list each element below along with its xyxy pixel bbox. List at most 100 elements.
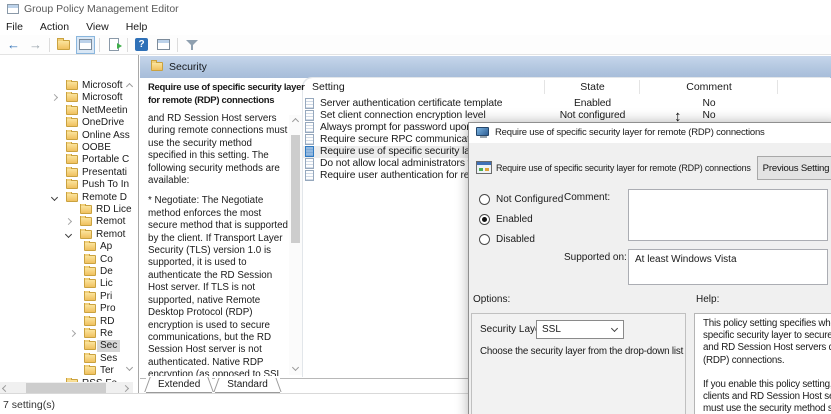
supported-on-box: At least Windows Vista	[628, 249, 828, 285]
policy-setting-icon	[305, 158, 314, 169]
folder-icon	[66, 81, 78, 90]
tree-item-re[interactable]: Re	[0, 328, 132, 340]
tree-item-label: Pri	[100, 291, 112, 303]
policy-description-title: Require use of specific security layer f…	[148, 82, 306, 107]
setting-name: Do not allow local administrators to cu	[320, 158, 490, 170]
show-console-tree-button[interactable]	[77, 37, 94, 53]
menu-file[interactable]: File	[6, 21, 32, 33]
tree-item-lic[interactable]: Lic	[0, 278, 132, 290]
chevron-expanded-icon[interactable]	[51, 194, 58, 201]
column-divider[interactable]	[639, 80, 640, 94]
radio-disabled[interactable]: Disabled	[479, 231, 535, 247]
tab-standard[interactable]: Standard	[215, 378, 280, 393]
forward-arrow-icon: →	[29, 38, 42, 51]
description-scrollbar[interactable]	[289, 115, 302, 375]
security-layer-dropdown[interactable]: SSL	[536, 320, 624, 339]
help-line: (RDP) connections.	[703, 355, 831, 367]
radio-icon[interactable]	[479, 194, 490, 205]
tree-item-label: Ter	[100, 365, 114, 377]
tree-item-rd-lice[interactable]: RD Lice	[0, 204, 132, 216]
column-divider[interactable]	[544, 80, 545, 94]
tree-item-microsoft[interactable]: Microsoft	[0, 92, 132, 104]
menu-action[interactable]: Action	[40, 21, 78, 33]
tree-item-presentati[interactable]: Presentati	[0, 167, 132, 179]
tree-item-portable-c[interactable]: Portable C	[0, 154, 132, 166]
scroll-up-icon[interactable]	[292, 118, 299, 125]
tree-item-sec[interactable]: Sec	[0, 340, 132, 352]
scrollbar-thumb[interactable]	[291, 135, 300, 243]
menu-help[interactable]: Help	[126, 21, 157, 33]
tree-item-ses[interactable]: Ses	[0, 353, 132, 365]
policy-setting-icon	[305, 122, 314, 133]
folder-icon	[80, 205, 92, 214]
new-window-button[interactable]	[155, 37, 172, 53]
radio-not-configured[interactable]: Not Configured	[479, 191, 563, 207]
setting-state: Not configured	[545, 110, 640, 122]
folder-up-icon	[57, 40, 70, 50]
chevron-collapsed-icon[interactable]	[65, 218, 72, 225]
tree-item-oobe[interactable]: OOBE	[0, 142, 132, 154]
tree-item-remot[interactable]: Remot	[0, 216, 132, 228]
chevron-collapsed-icon[interactable]	[51, 94, 58, 101]
export-list-button[interactable]	[105, 37, 122, 53]
help-line: If you enable this policy setting, all	[703, 379, 831, 391]
tree-item-ap[interactable]: Ap	[0, 241, 132, 253]
tab-extended[interactable]: Extended	[146, 377, 212, 393]
previous-setting-button[interactable]: Previous Setting	[757, 156, 831, 180]
scroll-down-icon[interactable]	[292, 364, 299, 371]
tree-item-co[interactable]: Co	[0, 254, 132, 266]
help-panel[interactable]: This policy setting specifies whetherspe…	[694, 313, 831, 414]
tree-item-de[interactable]: De	[0, 266, 132, 278]
settings-row[interactable]: Set client connection encryption levelNo…	[303, 110, 831, 122]
tree-horizontal-scrollbar[interactable]	[0, 382, 133, 393]
radio-icon[interactable]	[479, 234, 490, 245]
tree-item-onedrive[interactable]: OneDrive	[0, 117, 132, 129]
menu-view[interactable]: View	[86, 21, 118, 33]
options-hint-text: Choose the security layer from the drop-…	[480, 346, 684, 357]
tree-item-pro[interactable]: Pro	[0, 303, 132, 315]
column-header-comment[interactable]: Comment	[640, 81, 778, 93]
tree-item-netmeetin[interactable]: NetMeetin	[0, 105, 132, 117]
up-one-level-button[interactable]	[55, 37, 72, 53]
back-button[interactable]: ←	[5, 37, 22, 53]
tree-item-microsoft[interactable]: Microsoft	[0, 80, 132, 92]
toolbar-separator	[127, 38, 128, 52]
column-divider[interactable]	[777, 80, 778, 94]
folder-icon	[80, 230, 92, 239]
filter-funnel-icon	[186, 39, 198, 51]
radio-selected-icon[interactable]	[479, 214, 490, 225]
security-layer-value: SSL	[542, 324, 561, 335]
tree-item-rd[interactable]: RD	[0, 316, 132, 328]
chevron-collapsed-icon[interactable]	[69, 330, 76, 337]
scrollbar-thumb[interactable]	[26, 383, 106, 393]
dialog-title: Require use of specific security layer f…	[495, 127, 765, 138]
column-header-setting[interactable]: Setting	[312, 81, 345, 93]
policy-description-text: and RD Session Host servers during remot…	[148, 113, 288, 376]
column-header-state[interactable]: State	[545, 81, 640, 93]
tree-item-ter[interactable]: Ter	[0, 365, 132, 377]
tree-item-remot[interactable]: Remot	[0, 229, 132, 241]
filter-button[interactable]	[183, 37, 200, 53]
tree-item-push-to-in[interactable]: Push To In	[0, 179, 132, 191]
chevron-expanded-icon[interactable]	[65, 231, 72, 238]
folder-icon	[66, 155, 78, 164]
dialog-titlebar[interactable]: Require use of specific security layer f…	[469, 123, 831, 143]
scroll-left-icon[interactable]	[2, 385, 9, 392]
tree-item-label: Remot	[96, 229, 125, 241]
forward-button[interactable]: →	[27, 37, 44, 53]
setting-name: Require secure RPC communication	[320, 134, 483, 146]
tree-item-online-ass[interactable]: Online Ass	[0, 130, 132, 142]
help-button[interactable]: ?	[133, 37, 150, 53]
radio-enabled[interactable]: Enabled	[479, 211, 533, 227]
settings-list-header: Setting State Comment	[303, 80, 831, 95]
radio-label: Not Configured	[496, 194, 563, 205]
folder-icon	[66, 131, 78, 140]
tree-item-pri[interactable]: Pri	[0, 291, 132, 303]
folder-icon	[80, 217, 92, 226]
folder-icon	[151, 62, 163, 71]
tree-item-remote-d[interactable]: Remote D	[0, 192, 132, 204]
scroll-right-icon[interactable]	[122, 385, 129, 392]
comment-label: Comment:	[564, 192, 610, 203]
settings-row[interactable]: Server authentication certificate templa…	[303, 98, 831, 110]
comment-textarea[interactable]	[628, 189, 828, 241]
